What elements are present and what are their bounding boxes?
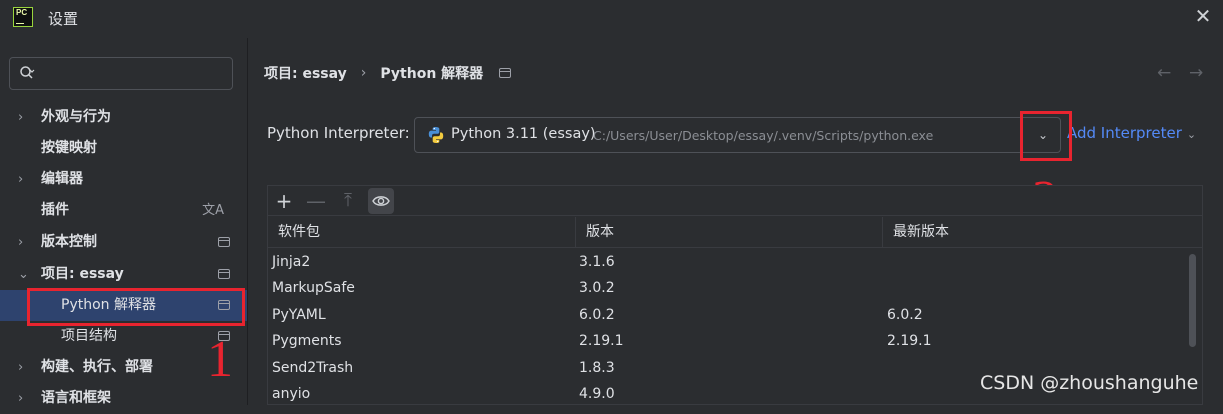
table-row[interactable]: PyYAML 6.0.2 6.0.2 (268, 302, 1188, 328)
table-row[interactable]: Jinja2 3.1.6 (268, 249, 1188, 275)
table-row[interactable]: MarkupSafe 3.0.2 (268, 275, 1188, 301)
package-version: 4.9.0 (579, 386, 615, 402)
package-version: 3.1.6 (579, 254, 615, 270)
add-interpreter-link[interactable]: Add Interpreter ⌄ (1067, 124, 1196, 142)
annotation-box-1 (27, 288, 245, 326)
interpreter-path: C:/Users/User/Desktop/essay/.venv/Script… (593, 128, 934, 143)
sidebar-item-label: 按键映射 (41, 140, 97, 156)
package-name: PyYAML (272, 306, 326, 323)
forward-arrow-icon[interactable]: → (1189, 63, 1203, 83)
package-version: 3.0.2 (579, 280, 615, 297)
project-scope-icon (218, 237, 230, 247)
table-header: 软件包 版本 最新版本 (268, 217, 1202, 248)
chevron-right-icon[interactable]: › (18, 352, 30, 383)
chevron-right-icon[interactable]: › (18, 164, 30, 195)
search-icon (20, 66, 35, 79)
package-latest-version: 6.0.2 (887, 306, 923, 323)
column-header-version[interactable]: 版本 (586, 217, 614, 248)
chevron-down-icon[interactable]: ⌄ (1187, 128, 1196, 141)
sidebar-item-label: 构建、执行、部署 (41, 359, 153, 375)
column-divider[interactable] (882, 217, 883, 248)
vertical-scrollbar[interactable] (1189, 254, 1196, 347)
settings-search-box[interactable] (9, 57, 233, 90)
package-name: MarkupSafe (272, 280, 355, 297)
annotation-number-1: 1 (207, 331, 233, 388)
watermark: CSDN @zhoushanguhe (980, 372, 1199, 394)
back-arrow-icon[interactable]: ← (1157, 63, 1171, 83)
add-package-icon[interactable]: + (271, 188, 297, 214)
column-header-package[interactable]: 软件包 (278, 217, 320, 248)
interpreter-label: Python Interpreter: (267, 124, 410, 142)
chevron-right-icon[interactable]: › (18, 227, 30, 258)
package-version: 1.8.3 (579, 359, 615, 376)
python-icon (428, 127, 444, 143)
sidebar-item-label: 版本控制 (41, 234, 97, 250)
sidebar-item-label: 项目: essay (41, 266, 124, 282)
sidebar-item-label: 语言和框架 (41, 390, 111, 406)
package-name: Jinja2 (272, 254, 311, 270)
packages-toolbar: + — ⤒ (268, 186, 1202, 216)
chevron-down-icon[interactable]: ⌄ (18, 259, 30, 290)
interpreter-name: Python 3.11 (essay) (451, 126, 596, 142)
package-latest-version: 2.19.1 (887, 333, 932, 350)
package-version: 2.19.1 (579, 333, 624, 350)
package-name: Send2Trash (272, 359, 354, 376)
package-version: 6.0.2 (579, 306, 615, 323)
sidebar-item-version-control[interactable]: › 版本控制 (0, 227, 247, 258)
translate-icon: 文A (202, 203, 224, 218)
sidebar-item-plugins[interactable]: 插件 文A (0, 195, 247, 226)
column-header-latest-version[interactable]: 最新版本 (893, 217, 949, 248)
project-scope-icon (499, 68, 512, 78)
table-row[interactable]: Pygments 2.19.1 2.19.1 (268, 328, 1188, 354)
sidebar-item-keymap[interactable]: 按键映射 (0, 133, 247, 164)
chevron-right-icon[interactable]: › (18, 383, 30, 414)
pycharm-logo-icon: PC (13, 7, 33, 27)
search-input[interactable] (46, 63, 226, 85)
add-interpreter-label[interactable]: Add Interpreter (1067, 124, 1182, 142)
remove-package-icon[interactable]: — (303, 188, 329, 214)
upgrade-package-icon[interactable]: ⤒ (335, 188, 361, 214)
breadcrumb-project[interactable]: 项目: essay (264, 63, 347, 83)
breadcrumb: 项目: essay › Python 解释器 (264, 63, 512, 83)
settings-content: 项目: essay › Python 解释器 ← → Python Interp… (249, 38, 1223, 405)
sidebar-item-editor[interactable]: › 编辑器 (0, 164, 247, 195)
show-latest-versions-eye-icon[interactable] (368, 188, 394, 214)
close-icon[interactable]: ✕ (1193, 6, 1213, 26)
title-bar: PC 设置 ✕ (0, 0, 1223, 38)
annotation-box-2 (1020, 111, 1072, 161)
project-scope-icon (218, 269, 230, 279)
package-name: anyio (272, 386, 311, 402)
chevron-right-icon[interactable]: › (18, 102, 30, 133)
sidebar-item-project[interactable]: ⌄ 项目: essay (0, 259, 247, 290)
package-name: Pygments (272, 333, 342, 350)
window-title: 设置 (48, 10, 79, 28)
column-divider[interactable] (575, 217, 576, 248)
breadcrumb-separator: › (360, 65, 367, 81)
sidebar-item-label: 外观与行为 (41, 109, 111, 125)
breadcrumb-page: Python 解释器 (380, 66, 484, 82)
sidebar-item-label: 插件 (41, 202, 69, 218)
sidebar-item-label: 编辑器 (41, 171, 83, 187)
sidebar-item-appearance[interactable]: › 外观与行为 (0, 102, 247, 133)
interpreter-select[interactable]: Python 3.11 (essay) C:/Users/User/Deskto… (414, 117, 1061, 153)
